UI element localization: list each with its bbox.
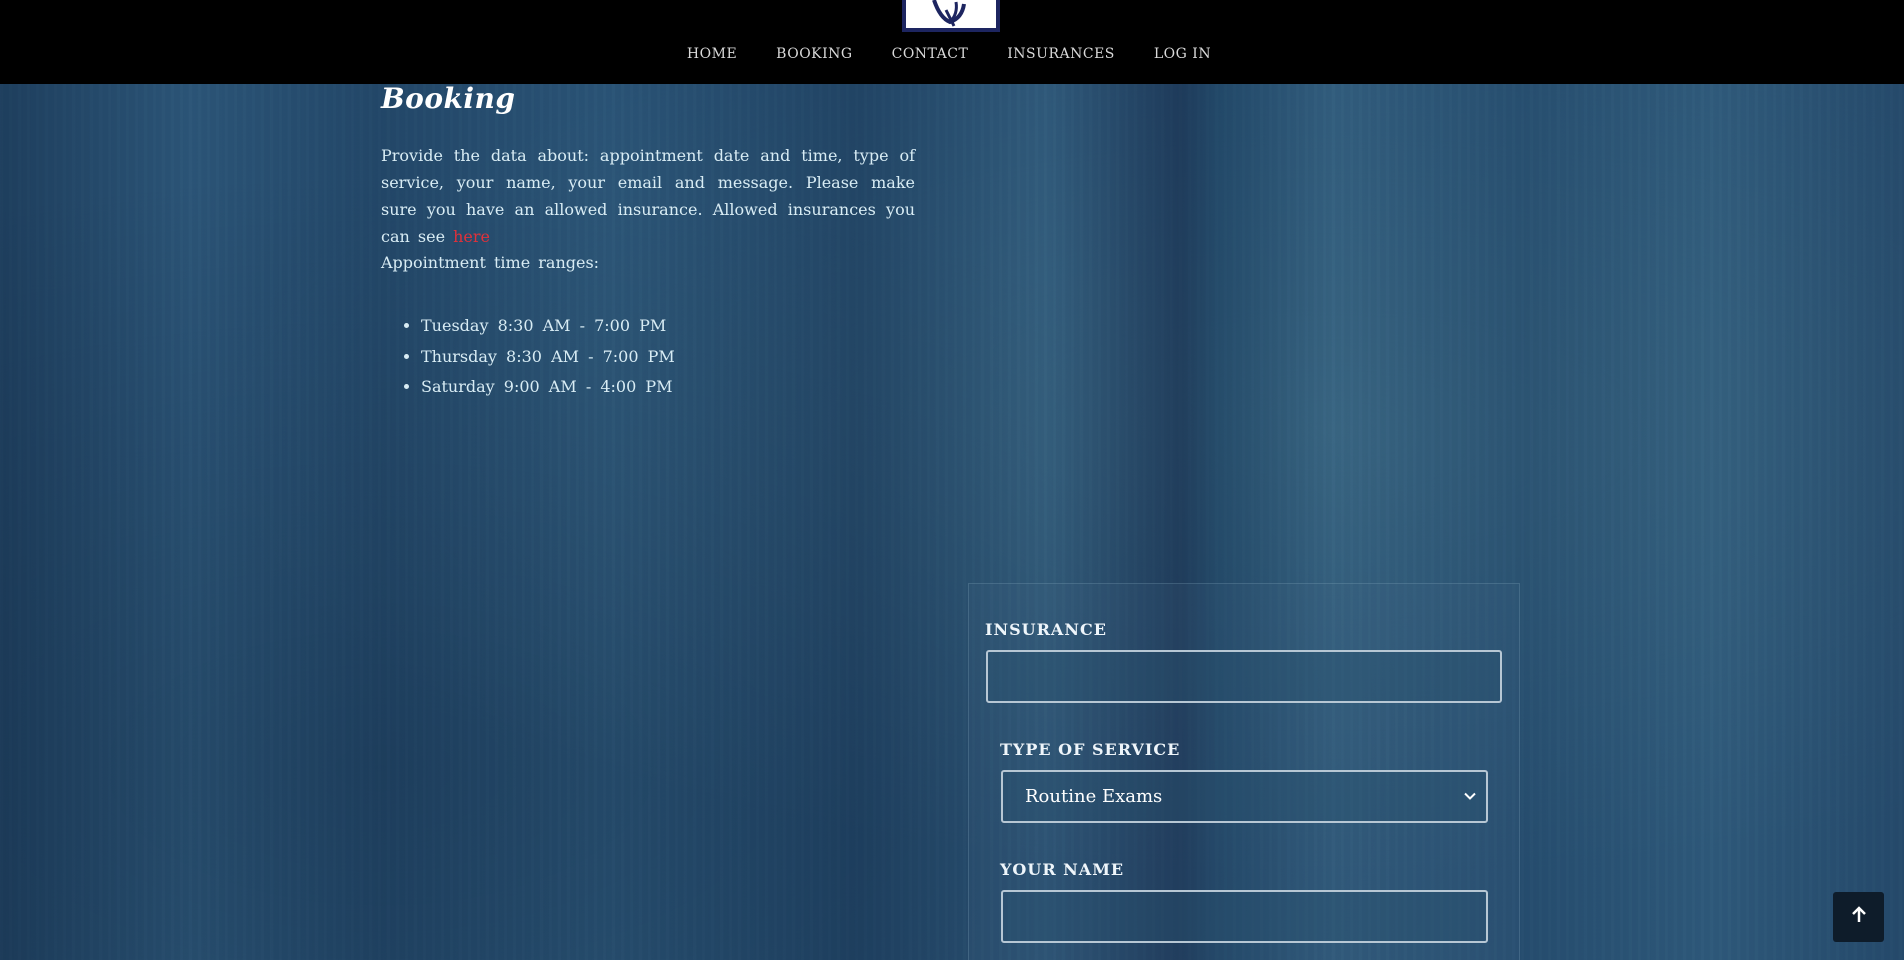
list-item: Saturday 9:00 AM - 4:00 PM bbox=[421, 372, 675, 403]
time-ranges-heading: Appointment time ranges: bbox=[381, 253, 600, 272]
nav-home[interactable]: HOME bbox=[667, 46, 756, 62]
service-type-select[interactable]: Routine Exams bbox=[1001, 770, 1488, 823]
insurances-here-link[interactable]: here bbox=[453, 227, 490, 246]
booking-form: INSURANCE TYPE OF SERVICE Routine Exams … bbox=[968, 583, 1520, 960]
list-item: Thursday 8:30 AM - 7:00 PM bbox=[421, 342, 675, 373]
insurance-input[interactable] bbox=[986, 650, 1502, 703]
top-navbar: HOME BOOKING CONTACT INSURANCES LOG IN bbox=[0, 0, 1904, 84]
time-ranges-list: Tuesday 8:30 AM - 7:00 PM Thursday 8:30 … bbox=[381, 311, 675, 403]
nav-booking[interactable]: BOOKING bbox=[757, 46, 872, 62]
back-to-top-button[interactable] bbox=[1833, 892, 1884, 942]
list-item: Tuesday 8:30 AM - 7:00 PM bbox=[421, 311, 675, 342]
nav-insurances[interactable]: INSURANCES bbox=[988, 46, 1135, 62]
main-nav: HOME BOOKING CONTACT INSURANCES LOG IN bbox=[0, 46, 1901, 62]
logo-icon[interactable] bbox=[902, 0, 1000, 32]
service-type-value: Routine Exams bbox=[1025, 786, 1163, 807]
chevron-down-icon bbox=[1464, 789, 1476, 804]
page-title: Booking bbox=[381, 82, 516, 115]
service-type-label: TYPE OF SERVICE bbox=[1000, 740, 1181, 759]
your-name-input[interactable] bbox=[1001, 890, 1488, 943]
booking-intro: Provide the data about: appointment date… bbox=[381, 142, 915, 250]
insurance-label: INSURANCE bbox=[985, 620, 1107, 639]
nav-contact[interactable]: CONTACT bbox=[872, 46, 988, 62]
your-name-label: YOUR NAME bbox=[1000, 860, 1125, 879]
arrow-up-icon bbox=[1851, 906, 1867, 928]
nav-log-in[interactable]: LOG IN bbox=[1134, 46, 1230, 62]
